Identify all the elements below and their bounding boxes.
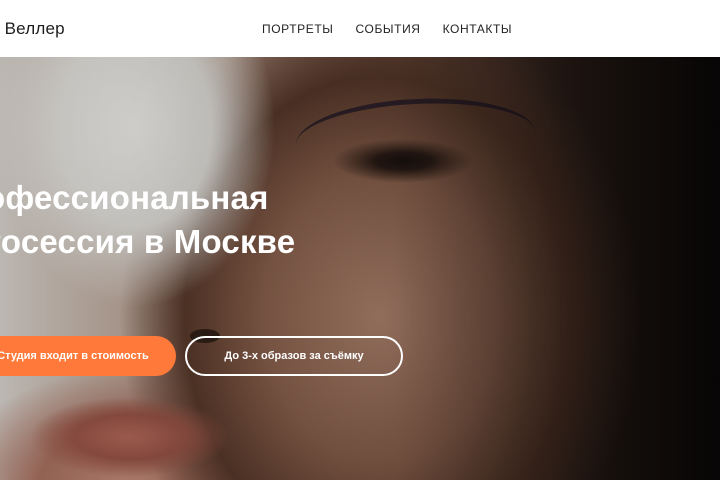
looks-per-shoot-button[interactable]: До 3-х образов за съёмку [185,336,403,376]
hero-headline-line-1: офессиональная [0,179,269,216]
studio-included-button[interactable]: Студия входит в стоимость [0,336,176,376]
nav-link-contacts[interactable]: КОНТАКТЫ [443,22,513,36]
site-header: а Веллер ПОРТРЕТЫ СОБЫТИЯ КОНТАКТЫ [0,0,720,57]
hero-headline: офессиональная тосессия в Москве [0,176,295,264]
main-nav: ПОРТРЕТЫ СОБЫТИЯ КОНТАКТЫ [262,0,512,57]
nav-link-portraits[interactable]: ПОРТРЕТЫ [262,22,334,36]
hero-section [0,57,720,480]
nav-link-events[interactable]: СОБЫТИЯ [356,22,421,36]
hero-headline-line-2: тосессия в Москве [0,223,296,260]
brand-name[interactable]: а Веллер [0,0,65,57]
hero-overlay [0,57,720,480]
